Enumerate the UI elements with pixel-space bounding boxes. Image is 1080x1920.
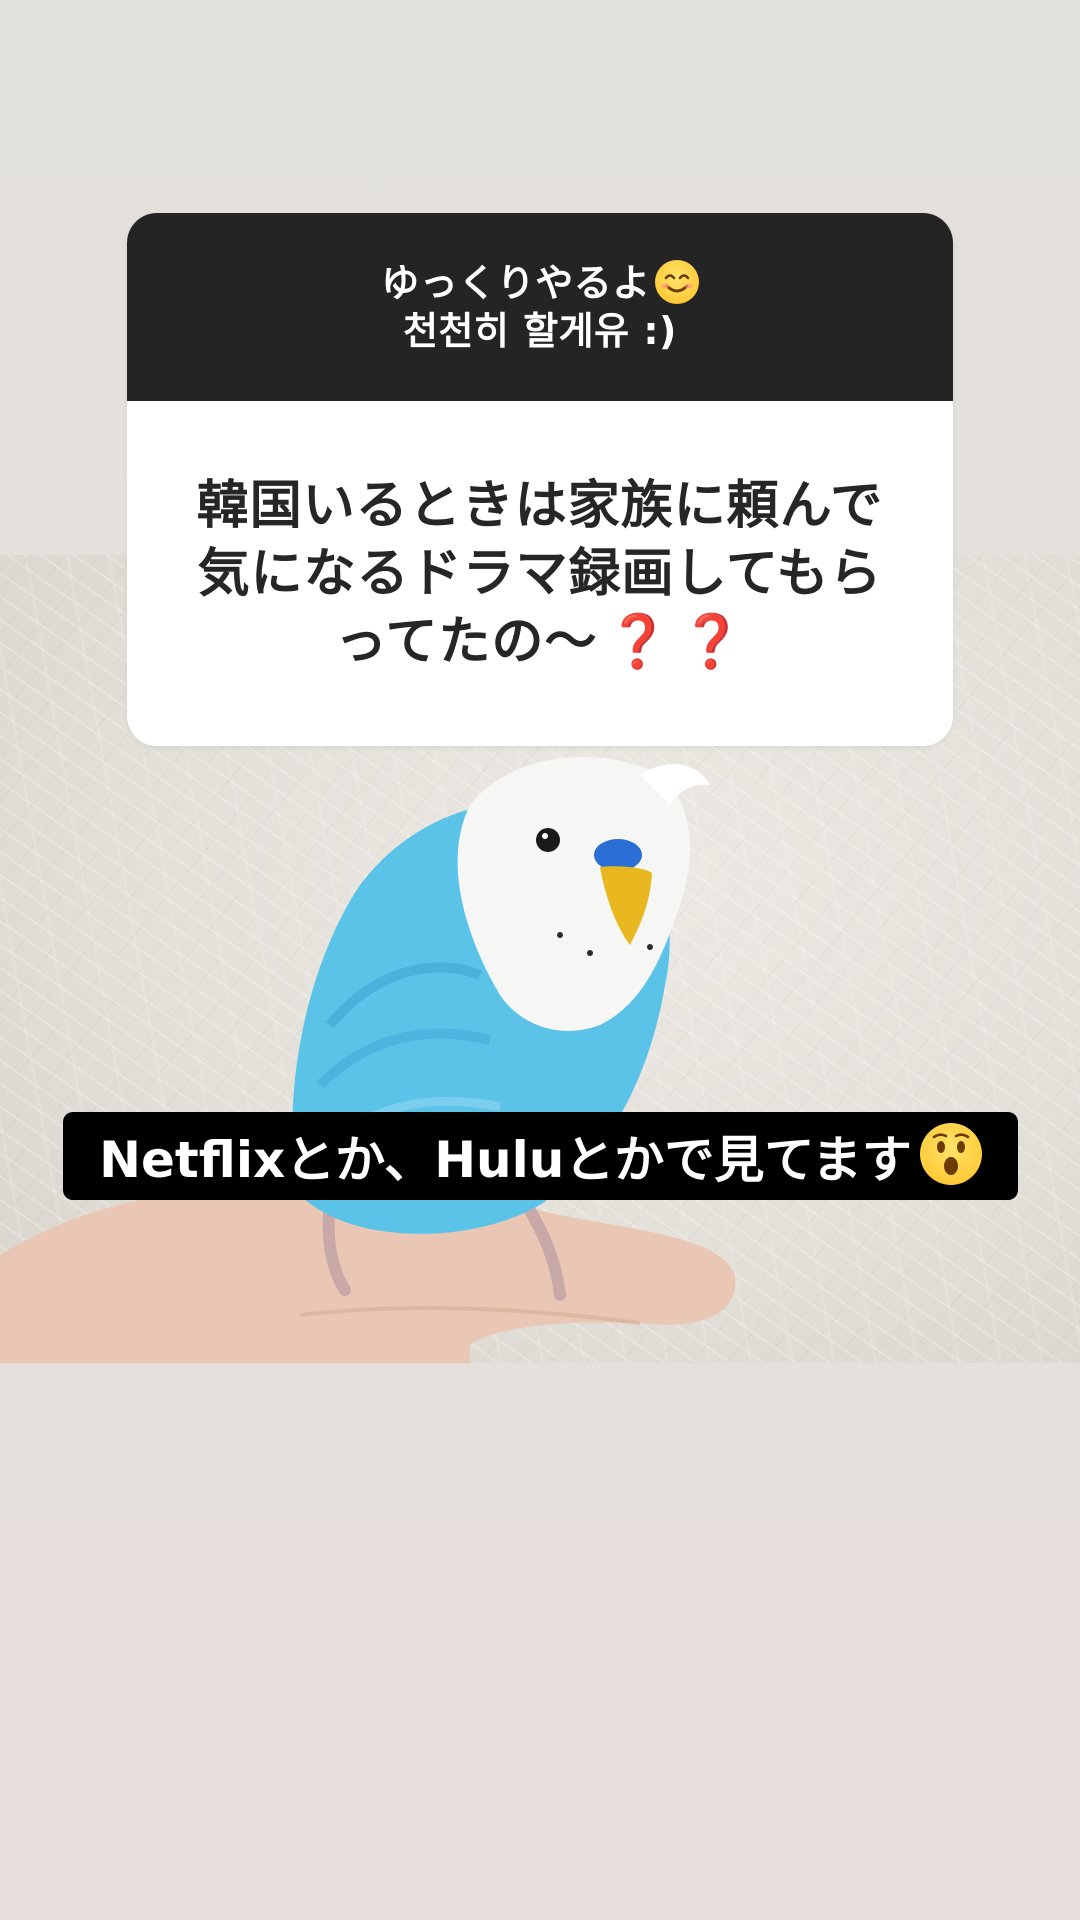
question-header-line1: ゆっくりやるよ (381, 259, 699, 308)
bird-eye (536, 828, 560, 852)
astonished-face-emoji-icon (919, 1123, 982, 1185)
smiling-face-emoji-icon (654, 260, 699, 305)
question-sticker[interactable]: ゆっくりやるよ 천천히 할게유 :) 韓国いるときは家族に頼んで 気になるドラマ… (127, 213, 953, 746)
question-header: ゆっくりやるよ 천천히 할게유 :) (127, 213, 953, 401)
question-text: 韓国いるときは家族に頼んで 気になるドラマ録画してもら ってたの〜 ❓ ❓ (197, 472, 883, 676)
question-text-line2: 気になるドラマ録画してもら (197, 543, 883, 604)
question-body: 韓国いるときは家族に頼んで 気になるドラマ録画してもら ってたの〜 ❓ ❓ (127, 401, 953, 746)
answer-text: Netflixとか、Huluとかで見てます (99, 1131, 912, 1189)
question-header-line2: 천천히 할게유 :) (403, 309, 677, 354)
question-mark-icon: ❓ (605, 611, 672, 672)
question-header-text: ゆっくりやるよ (381, 260, 651, 305)
bird-cere (594, 839, 642, 871)
question-mark-icon: ❓ (679, 611, 745, 672)
question-text-line3: ってたの〜 ❓ ❓ (197, 608, 883, 676)
question-text-line1: 韓国いるときは家族に頼んで (196, 475, 884, 536)
question-text-line3-text: ってたの〜 (335, 611, 598, 672)
answer-caption: Netflixとか、Huluとかで見てます (63, 1112, 1018, 1200)
